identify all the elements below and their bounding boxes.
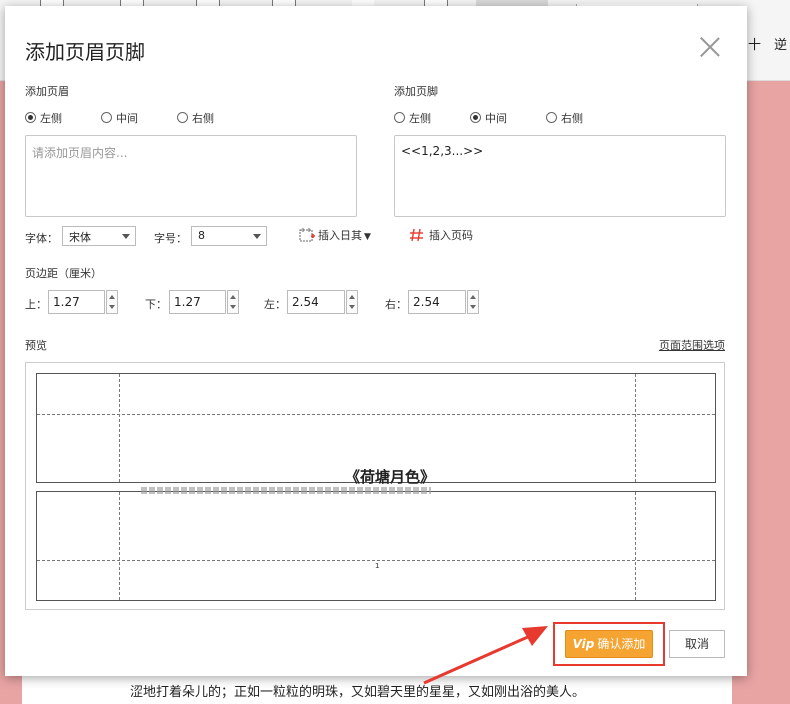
- annotation-arrow: [423, 626, 548, 685]
